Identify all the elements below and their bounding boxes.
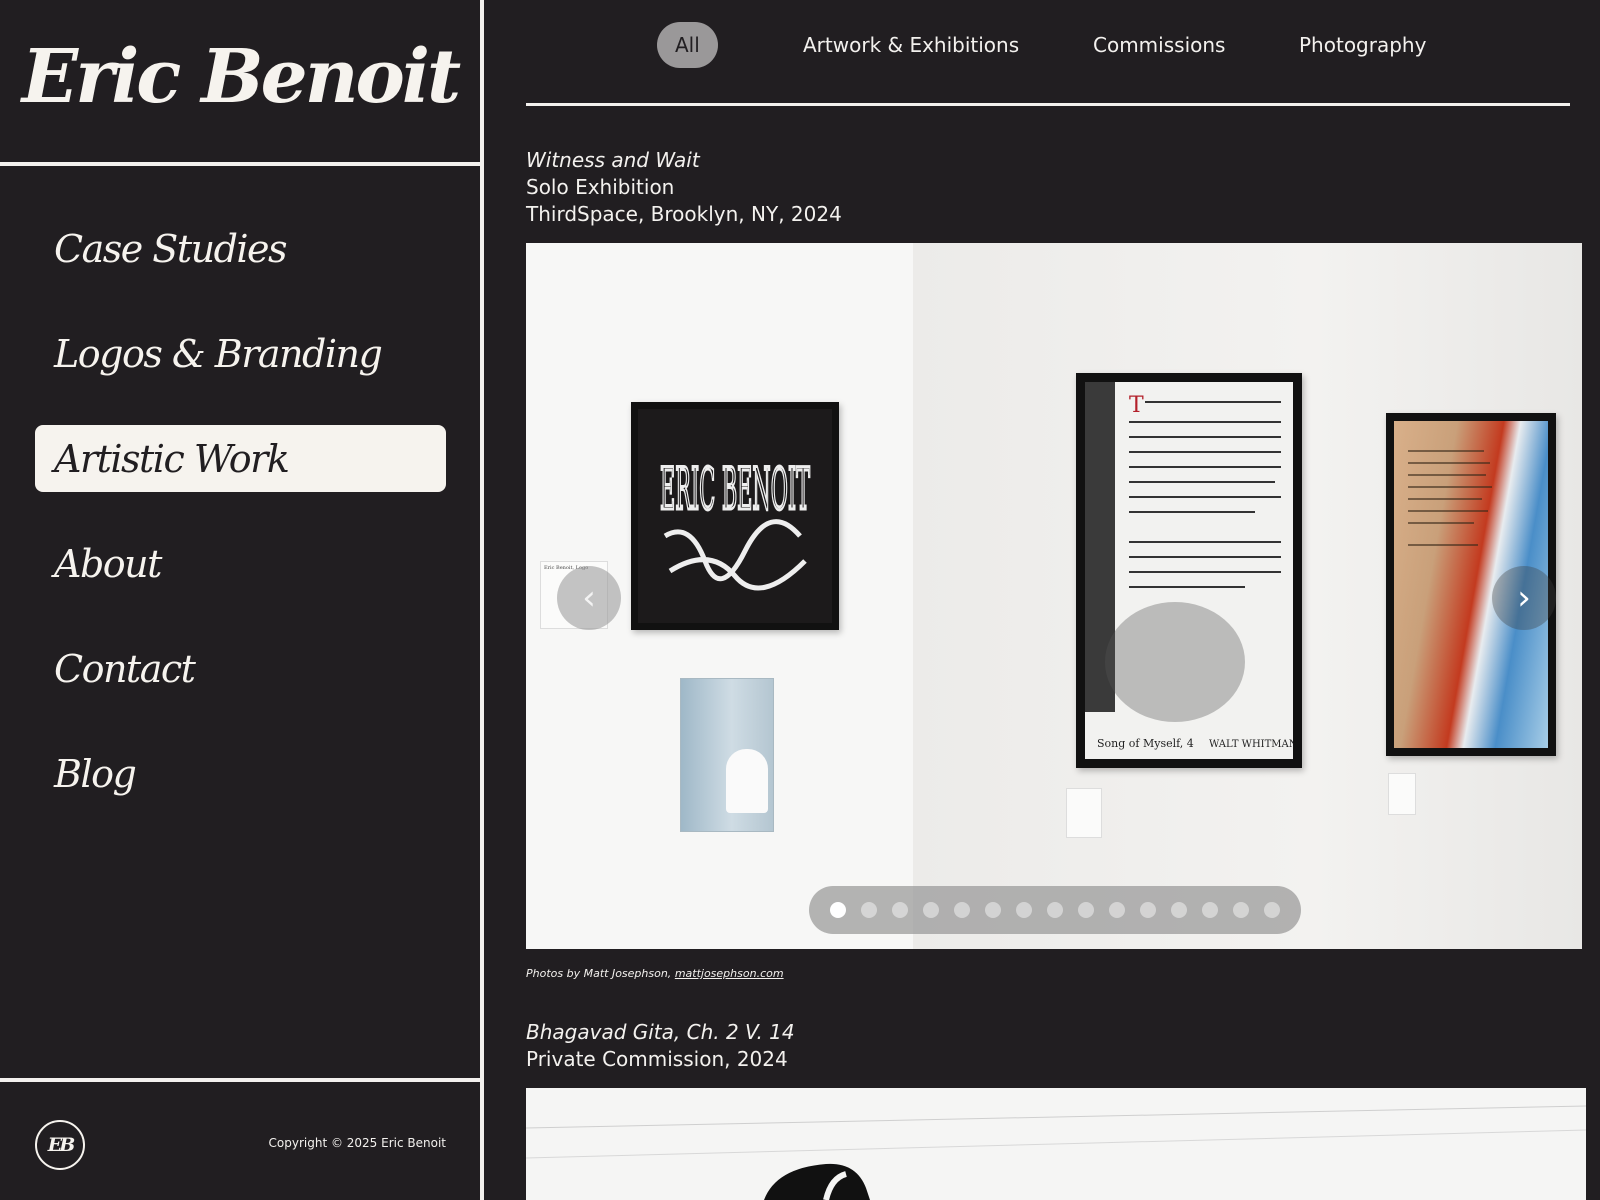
lettering-illustration: ERIC BENOIT — [659, 454, 812, 591]
poster-footer-left: Song of Myself, 4 — [1097, 737, 1194, 750]
photographer-link[interactable]: mattjosephson.com — [675, 967, 784, 980]
chevron-right-icon: › — [1517, 578, 1531, 618]
filter-photography[interactable]: Photography — [1299, 22, 1426, 68]
photo-credit: Photos by Matt Josephson, mattjosephson.… — [526, 967, 784, 980]
carousel-dot[interactable] — [1171, 902, 1187, 918]
filter-bar: All Artwork & Exhibitions Commissions Ph… — [526, 0, 1570, 106]
carousel-dot[interactable] — [985, 902, 1001, 918]
framed-artwork-whitman: T Song of Myself, 4 WALT WHITMAN — [1076, 373, 1302, 768]
site-logo-wordmark[interactable]: Eric Benoit — [22, 34, 461, 120]
nav-item-contact[interactable]: Contact — [35, 635, 446, 702]
framed-artwork-lettering: ERIC BENOIT — [631, 402, 839, 630]
nav-item-logos-branding[interactable]: Logos & Branding — [35, 320, 446, 387]
brand-header: Eric Benoit — [0, 0, 480, 166]
project-image-preview[interactable] — [526, 1088, 1586, 1200]
main-nav: Case Studies Logos & Branding Artistic W… — [35, 215, 446, 845]
carousel-dot[interactable] — [1078, 902, 1094, 918]
carousel-dot[interactable] — [861, 902, 877, 918]
carousel-dot[interactable] — [892, 902, 908, 918]
sidebar: Eric Benoit Case Studies Logos & Brandin… — [0, 0, 484, 1200]
carousel-dot[interactable] — [1140, 902, 1156, 918]
nav-item-blog[interactable]: Blog — [35, 740, 446, 807]
project-header: Bhagavad Gita, Ch. 2 V. 14 Private Commi… — [526, 1019, 795, 1073]
sidebar-footer: EB Copyright © 2025 Eric Benoit — [0, 1078, 480, 1200]
project-type: Private Commission, 2024 — [526, 1047, 788, 1071]
filter-artwork-exhibitions[interactable]: Artwork & Exhibitions — [803, 22, 1019, 68]
chevron-left-icon: ‹ — [582, 578, 596, 618]
eb-monogram-icon[interactable]: EB — [35, 1120, 85, 1170]
carousel-dot[interactable] — [1202, 902, 1218, 918]
carousel-dot[interactable] — [1109, 902, 1125, 918]
main-content: All Artwork & Exhibitions Commissions Ph… — [484, 0, 1600, 1200]
poster-footer-right: WALT WHITMAN — [1209, 739, 1293, 750]
carousel-next-button[interactable]: › — [1492, 566, 1556, 630]
nav-item-case-studies[interactable]: Case Studies — [35, 215, 446, 282]
project-header: Witness and Wait Solo Exhibition ThirdSp… — [526, 147, 842, 228]
carousel-dot[interactable] — [954, 902, 970, 918]
nav-item-about[interactable]: About — [35, 530, 446, 597]
carousel-dot[interactable] — [1233, 902, 1249, 918]
carousel-dot[interactable] — [923, 902, 939, 918]
poster-lettering-top: ERIC BENOIT — [660, 455, 810, 523]
carousel-prev-button[interactable]: ‹ — [557, 566, 621, 630]
project-title: Bhagavad Gita, Ch. 2 V. 14 — [526, 1020, 795, 1044]
filter-all[interactable]: All — [657, 22, 718, 68]
candle-sculpture — [680, 678, 774, 832]
copyright-text: Copyright © 2025 Eric Benoit — [268, 1136, 446, 1150]
project-title: Witness and Wait — [526, 148, 700, 172]
carousel-dot[interactable] — [830, 902, 846, 918]
carousel-pagination — [809, 886, 1301, 934]
exhibition-photo: ERIC BENOIT Eric Benoit, Logo T Song of … — [526, 243, 1582, 949]
carousel-dot[interactable] — [1016, 902, 1032, 918]
svg-text:T: T — [1129, 393, 1144, 418]
carousel-dot[interactable] — [1047, 902, 1063, 918]
image-carousel[interactable]: ERIC BENOIT Eric Benoit, Logo T Song of … — [526, 243, 1582, 949]
filter-commissions[interactable]: Commissions — [1093, 22, 1225, 68]
project-location: ThirdSpace, Brooklyn, NY, 2024 — [526, 202, 842, 226]
project-type: Solo Exhibition — [526, 175, 675, 199]
carousel-dot[interactable] — [1264, 902, 1280, 918]
nav-item-artistic-work[interactable]: Artistic Work — [35, 425, 446, 492]
